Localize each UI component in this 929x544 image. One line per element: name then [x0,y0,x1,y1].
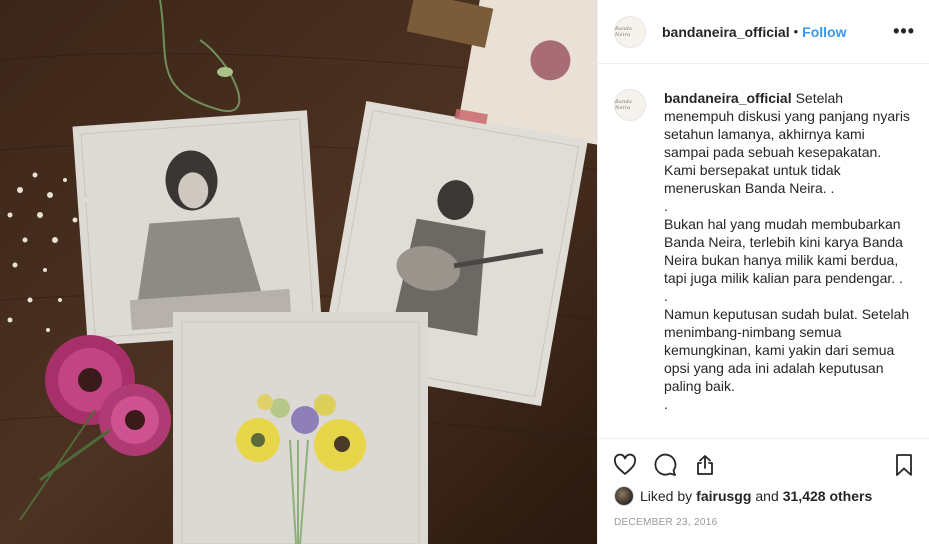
bookmark-icon[interactable] [891,452,917,478]
post-date[interactable]: DECEMBER 23, 2016 [614,517,717,528]
liker-avatar[interactable] [614,486,634,506]
likes-and: and [755,488,779,504]
liker-username[interactable]: fairusgg [696,488,751,504]
avatar-logo: Banda Neira [615,99,633,111]
likes-prefix: Liked by [640,488,693,504]
likes-summary: Liked by fairusgg and 31,428 others [614,486,913,506]
heart-icon[interactable] [612,452,638,478]
caption-paragraph: Bukan hal yang mudah membubarkan Banda N… [664,216,903,286]
separator-dot: • [793,24,799,39]
avatar-logo: Banda Neira [615,25,633,38]
caption-paragraph: . [664,198,668,214]
caption-comment: Banda Neira bandaneira_official Setelah m… [614,89,913,413]
caption-paragraph: bandaneira_official Setelah menempuh disk… [664,90,910,196]
caption-paragraph: . [664,396,668,412]
caption-text: bandaneira_official Setelah menempuh disk… [664,89,910,413]
follow-button[interactable]: Follow [802,24,846,40]
post-header: Banda Neira bandaneira_official • Follow… [598,0,929,64]
comment-icon[interactable] [652,452,678,478]
caption-avatar[interactable]: Banda Neira [614,89,646,121]
action-bar [598,438,929,490]
sketch-paper-woman [72,110,323,347]
caption-paragraph: Namun keputusan sudah bulat. Setelah men… [664,306,910,394]
caption-paragraph: . [664,288,668,304]
comments-section[interactable]: Banda Neira bandaneira_official Setelah m… [598,65,929,437]
caption-username[interactable]: bandaneira_official [664,90,792,106]
post-photo[interactable] [0,0,597,544]
photo-illustration [0,0,597,544]
likes-count[interactable]: 31,428 others [783,488,873,504]
more-options-icon[interactable]: ••• [893,21,915,42]
profile-avatar[interactable]: Banda Neira [614,15,646,48]
share-icon[interactable] [692,452,718,478]
sketch-paper-bouquet [173,312,428,544]
post-side-panel: Banda Neira bandaneira_official • Follow… [597,0,929,544]
username-link[interactable]: bandaneira_official [662,24,790,40]
